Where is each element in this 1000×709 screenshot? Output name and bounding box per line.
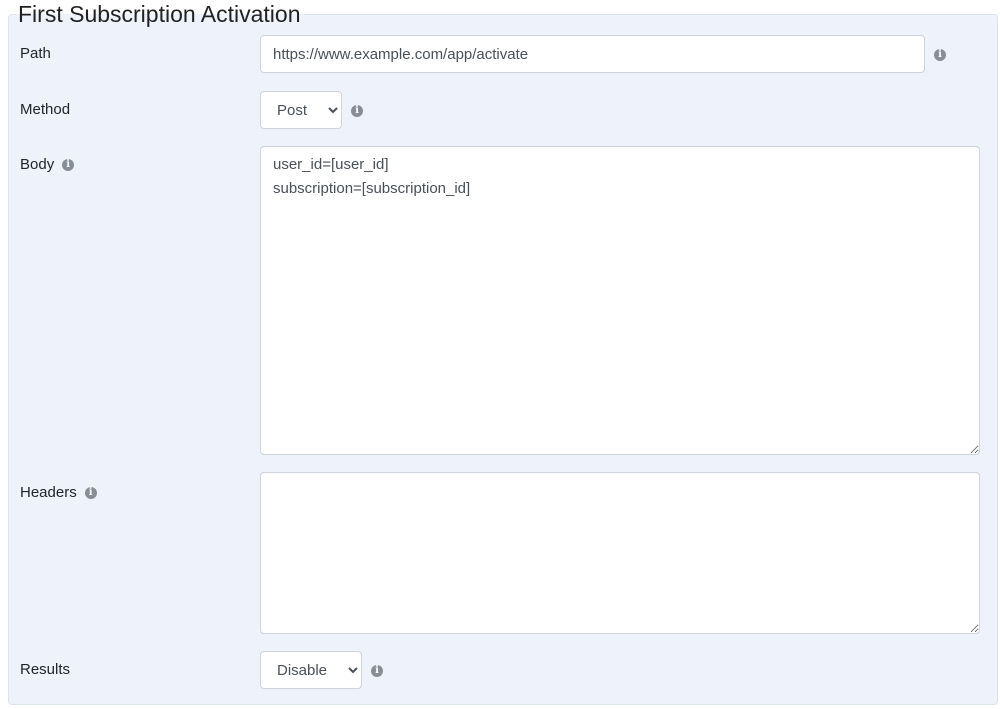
headers-textarea[interactable] (260, 472, 980, 634)
body-info-icon[interactable]: i (62, 158, 75, 171)
results-label: Results (20, 661, 71, 678)
path-label: Path (20, 45, 51, 62)
section-title: First Subscription Activation (16, 0, 303, 28)
method-info-icon[interactable]: i (351, 105, 363, 117)
results-select[interactable]: Disable (260, 651, 362, 689)
headers-label: Headers i (20, 484, 97, 501)
method-select[interactable]: Post (260, 91, 342, 129)
path-info-icon[interactable]: i (934, 49, 946, 61)
method-label: Method (20, 101, 71, 118)
body-label: Body i (20, 156, 75, 173)
results-info-icon[interactable]: i (371, 665, 383, 677)
path-input[interactable] (260, 35, 925, 73)
body-textarea[interactable] (260, 146, 980, 455)
headers-info-icon[interactable]: i (84, 486, 97, 499)
